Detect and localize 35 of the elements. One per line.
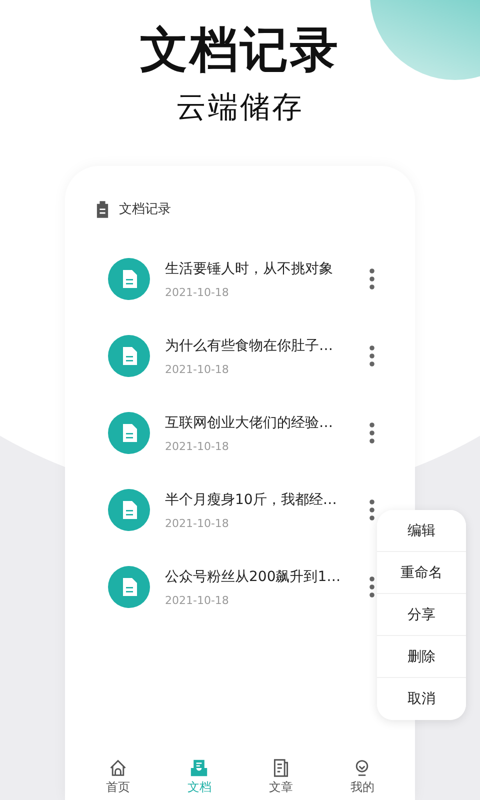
inbox-icon (190, 759, 208, 777)
more-icon[interactable] (369, 499, 375, 521)
card-title: 文档记录 (119, 201, 171, 218)
document-icon (272, 759, 290, 777)
document-title[interactable]: 互联网创业大佬们的经验… (165, 414, 355, 432)
document-icon (108, 258, 150, 300)
more-icon[interactable] (369, 576, 375, 598)
page-title: 文档记录 (140, 21, 340, 80)
document-date: 2021-10-18 (165, 286, 230, 298)
more-icon[interactable] (369, 422, 375, 444)
document-date: 2021-10-18 (165, 440, 230, 452)
clipboard-icon (96, 200, 109, 218)
menu-item[interactable]: 分享 (377, 594, 466, 636)
nav-tab[interactable]: 我的 (350, 759, 374, 796)
menu-item[interactable]: 编辑 (377, 510, 466, 552)
document-title[interactable]: 半个月瘦身10斤，我都经… (165, 490, 355, 508)
menu-item[interactable]: 取消 (377, 678, 466, 720)
more-icon[interactable] (369, 268, 375, 290)
document-title[interactable]: 生活要锤人时，从不挑对象 (165, 260, 355, 278)
document-title[interactable]: 为什么有些食物在你肚子… (165, 336, 355, 354)
menu-item[interactable]: 重命名 (377, 552, 466, 594)
document-icon (108, 489, 150, 531)
more-icon[interactable] (369, 345, 375, 367)
nav-tab[interactable]: 首页 (106, 759, 130, 796)
home-icon (108, 759, 127, 777)
document-date: 2021-10-18 (165, 362, 230, 376)
menu-item[interactable]: 删除 (377, 636, 466, 678)
document-title[interactable]: 公众号粉丝从200飙升到1… (165, 568, 355, 586)
document-icon (108, 412, 150, 454)
document-date: 2021-10-18 (165, 516, 230, 530)
document-icon (108, 566, 150, 608)
document-icon (108, 335, 150, 377)
page-subtitle: 云端储存 (176, 89, 304, 127)
document-date: 2021-10-18 (165, 594, 230, 606)
nav-tab[interactable]: 文章 (268, 759, 293, 796)
